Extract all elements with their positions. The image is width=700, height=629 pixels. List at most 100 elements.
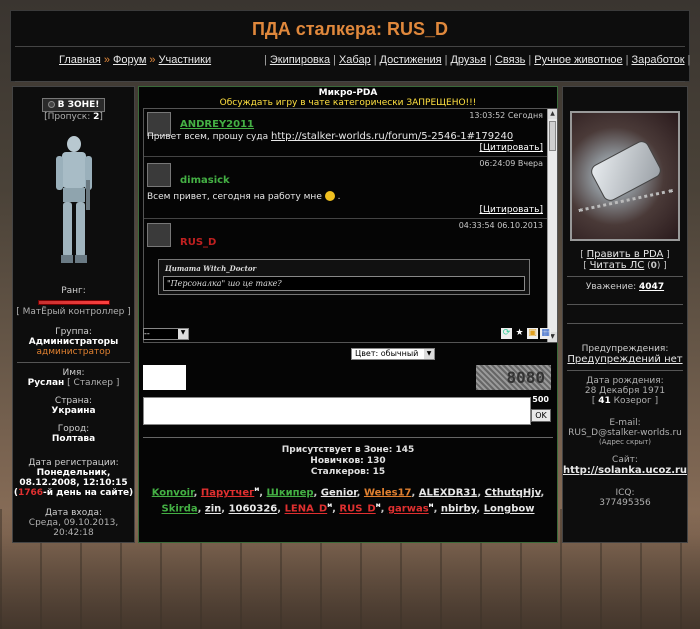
grid-icon[interactable]: ▦ — [540, 328, 551, 339]
country-value: Украина — [51, 406, 96, 416]
online-user[interactable]: RUS_D — [339, 504, 375, 515]
birth-label: Дата рождения: — [586, 376, 664, 386]
age-row: [ 41 Козерог ] — [591, 396, 659, 406]
online-users-list: Konvoir, Парутчегм, Шкипер, Genior, Wele… — [151, 486, 545, 515]
chat-message: 06:24:09 Вчера dimasick Всем привет, сег… — [144, 157, 557, 219]
quote-button[interactable]: [Цитировать] — [479, 205, 543, 215]
city-value: Полтава — [51, 434, 96, 444]
message-time: 13:03:52 Сегодня — [469, 111, 543, 120]
city-label: Город: — [57, 424, 90, 434]
online-user[interactable]: Weles17 — [364, 487, 412, 498]
profile-photo — [570, 111, 680, 241]
moderator-mark: м — [254, 486, 260, 493]
left-profile-panel: В ЗОНЕ! [Пропуск: 2] Ранг: [ МатЁрый кон… — [12, 86, 135, 543]
online-user[interactable]: ALEXDR31 — [419, 487, 478, 498]
message-link[interactable]: http://stalker-worlds.ru/forum/5-2546-1#… — [271, 131, 513, 142]
country-label: Страна: — [54, 396, 93, 406]
right-profile-panel: [ Править в PDA ] [ Читать ЛС (0) ] Уваж… — [562, 86, 688, 543]
refresh-icon[interactable]: ⟳ — [501, 328, 512, 339]
chat-log[interactable]: 13:03:52 Сегодня ANDREY2011 Привет всем,… — [143, 108, 558, 343]
message-input[interactable] — [143, 397, 531, 425]
star-icon[interactable]: ★ — [514, 328, 525, 339]
online-user[interactable]: Konvoir — [152, 487, 194, 498]
online-user[interactable]: 1060326 — [229, 504, 278, 515]
message-author[interactable]: dimasick — [180, 175, 230, 186]
divider — [15, 81, 685, 82]
online-user[interactable]: Longbow — [484, 504, 535, 515]
send-button[interactable]: OK — [531, 409, 551, 422]
nav-contact[interactable]: Связь — [495, 54, 525, 66]
status-dot-icon — [47, 101, 55, 108]
smiley-icon — [324, 191, 335, 201]
nav-achievements[interactable]: Достижения — [380, 54, 442, 66]
divider — [143, 437, 553, 438]
online-user[interactable]: Парутчег — [201, 487, 254, 498]
avatar-soldier — [48, 130, 100, 278]
online-user[interactable]: garwas — [388, 504, 429, 515]
edit-pda-link[interactable]: Править в PDA — [587, 249, 664, 260]
group-value: Администраторы — [28, 337, 119, 347]
site-label: Сайт: — [612, 455, 638, 465]
online-user[interactable]: LENA_D — [285, 504, 328, 515]
message-author[interactable]: ANDREY2011 — [180, 119, 254, 130]
email-value: RUS_D@stalker-worlds.ru — [568, 428, 682, 438]
nav-separator: » — [149, 54, 156, 66]
quote-header: Цитата Witch_Doctor — [165, 264, 257, 273]
nav-loot[interactable]: Хабар — [339, 54, 371, 66]
message-time: 06:24:09 Вчера — [479, 159, 543, 168]
respect-value[interactable]: 4047 — [639, 282, 664, 292]
smiles-select[interactable]: -- ▼ — [143, 328, 189, 340]
passes: [Пропуск: 2] — [44, 112, 103, 122]
nav-friends[interactable]: Друзья — [450, 54, 486, 66]
birth-value: 28 Декабря 1971 — [584, 386, 666, 396]
quote-button[interactable]: [Цитировать] — [479, 143, 543, 153]
rank-value: [ МатЁрый контроллер ] — [16, 307, 131, 317]
chat-message: 13:03:52 Сегодня ANDREY2011 Привет всем,… — [144, 109, 557, 157]
captcha-input[interactable] — [143, 365, 186, 390]
pda-title: Микро-PDA — [318, 88, 378, 98]
moderator-mark: м — [327, 502, 333, 510]
online-user[interactable]: nbirby — [441, 504, 477, 515]
pda-warning: Обсуждать игру в чате категорически ЗАПР… — [219, 98, 477, 108]
days-on-site: (1766-й день на сайте) — [13, 488, 134, 498]
moderator-mark: м — [375, 502, 381, 510]
warnings-value[interactable]: Предупреждений нет — [563, 354, 687, 365]
avatar — [147, 223, 171, 247]
captcha-image: 8080 — [476, 365, 551, 390]
chat-scrollbar[interactable]: ▲ ▼ — [547, 109, 557, 342]
edit-pda-row: [ Править в PDA ] — [580, 249, 670, 260]
site-link[interactable]: http://solanka.ucoz.ru — [563, 465, 687, 476]
color-select[interactable]: Цвет: обычный ▼ — [351, 348, 435, 360]
online-user[interactable]: Skirda — [162, 504, 198, 515]
nav-equipment[interactable]: Экипировка — [270, 54, 330, 66]
last-login-line2: 20:42:18 — [53, 528, 94, 538]
warnings-label: Предупреждения: — [581, 344, 669, 354]
char-counter: 500 — [532, 395, 549, 404]
micro-pda-panel: Микро-PDA Обсуждать игру в чате категори… — [138, 86, 558, 543]
online-user[interactable]: Genior — [321, 487, 357, 498]
read-pm-link[interactable]: Читать ЛС — [590, 260, 645, 271]
icq-label: ICQ: — [615, 488, 635, 498]
nav-forum[interactable]: Форум — [113, 54, 146, 66]
nav-pet[interactable]: Ручное животное — [534, 54, 622, 66]
online-user[interactable]: Шкипер — [267, 487, 314, 498]
zone-status-badge: В ЗОНЕ! — [41, 98, 106, 112]
message-author[interactable]: RUS_D — [180, 237, 216, 248]
name-label: Имя: — [62, 368, 85, 378]
quote-text: "Персоналка" шо це таке? — [163, 276, 525, 291]
image-icon[interactable]: ▣ — [527, 328, 538, 339]
nav-earnings[interactable]: Заработок — [632, 54, 685, 66]
moderator-mark: м — [428, 502, 434, 510]
nav-members[interactable]: Участники — [159, 54, 212, 66]
online-user[interactable]: CthutqHjv — [485, 487, 541, 498]
nav-separator: » — [103, 54, 110, 66]
profile-nav: | Экипировка | Хабар | Достижения | Друзья | Связ… — [264, 54, 691, 66]
last-login-label: Дата входа: — [44, 508, 103, 518]
last-login-line1: Среда, 09.10.2013, — [28, 518, 119, 528]
online-total: Присутствует в Зоне: 145 — [281, 445, 415, 455]
nav-home[interactable]: Главная — [59, 54, 101, 66]
chat-message: 04:33:54 06.10.2013 RUS_D Цитата Witch_D… — [144, 219, 557, 339]
quote-block: Цитата Witch_Doctor "Персоналка" шо це т… — [158, 259, 530, 295]
online-user[interactable]: zin — [205, 504, 221, 515]
chevron-down-icon: ▼ — [424, 349, 434, 359]
